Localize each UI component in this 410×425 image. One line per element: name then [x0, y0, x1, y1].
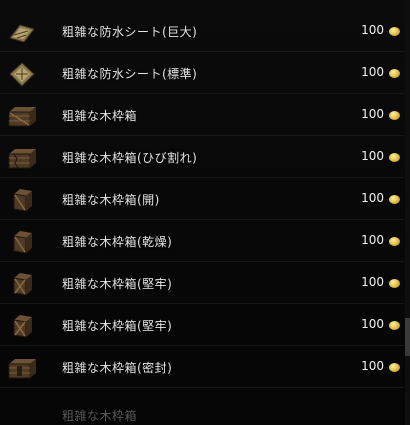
item-name: 粗雑な木枠箱(密封) [62, 361, 173, 375]
gold-coin-icon [389, 237, 400, 246]
item-price: 100 [361, 107, 384, 121]
item-name: 粗雑な木枠箱(堅牢) [62, 277, 173, 291]
list-item[interactable]: 粗雑な木枠箱(ひび割れ) 100 [0, 138, 404, 178]
tarp-icon [9, 62, 35, 87]
crate-icon [8, 149, 36, 169]
gold-coin-icon [389, 279, 400, 288]
gold-coin-icon [389, 111, 400, 120]
item-price: 100 [361, 191, 384, 205]
item-price: 100 [361, 149, 384, 163]
item-price: 100 [361, 317, 384, 331]
gold-coin-icon [389, 27, 400, 36]
list-item[interactable]: 粗雑な木枠箱(堅牢) 100 [0, 264, 404, 304]
list-item[interactable]: 粗雑な木枠箱 [0, 402, 404, 425]
item-name: 粗雑な木枠箱(堅牢) [62, 319, 173, 333]
item-name: 粗雑な木枠箱(ひび割れ) [62, 151, 198, 165]
item-name: 粗雑な防水シート(巨大) [62, 25, 198, 39]
item-price: 100 [361, 23, 384, 37]
gold-coin-icon [389, 195, 400, 204]
item-price: 100 [361, 233, 384, 247]
item-name: 粗雑な防水シート(標準) [62, 67, 198, 81]
list-item[interactable]: 粗雑な木枠箱(堅牢) 100 [0, 306, 404, 346]
list-item[interactable]: 粗雑な防水シート(巨大) 100 [0, 12, 404, 52]
small-crate-icon [13, 189, 32, 212]
scrollbar[interactable] [405, 0, 410, 425]
gold-coin-icon [389, 321, 400, 330]
small-crate-icon [13, 315, 32, 338]
gold-coin-icon [389, 69, 400, 78]
item-name: 粗雑な木枠箱 [62, 409, 138, 423]
item-price: 100 [361, 359, 384, 373]
gold-coin-icon [389, 363, 400, 372]
item-name: 粗雑な木枠箱 [62, 109, 138, 123]
item-price: 100 [361, 65, 384, 79]
list-item[interactable]: 粗雑な防水シート(標準) 100 [0, 54, 404, 94]
list-item[interactable]: 粗雑な木枠箱(開) 100 [0, 180, 404, 220]
shop-item-list: 粗雑な防水シート(巨大) 100 粗雑な防水シート(標準) 100 粗雑な木枠箱… [0, 0, 410, 425]
crate-icon [8, 359, 36, 379]
gold-coin-icon [389, 153, 400, 162]
item-price: 100 [361, 275, 384, 289]
scrollbar-thumb[interactable] [405, 318, 410, 356]
small-crate-icon [13, 231, 32, 254]
small-crate-icon [13, 273, 32, 296]
item-name: 粗雑な木枠箱(開) [62, 193, 160, 207]
list-item[interactable]: 粗雑な木枠箱(乾燥) 100 [0, 222, 404, 262]
item-name: 粗雑な木枠箱(乾燥) [62, 235, 173, 249]
list-item[interactable]: 粗雑な木枠箱(密封) 100 [0, 348, 404, 388]
tarp-icon [9, 24, 35, 43]
list-item[interactable]: 粗雑な木枠箱 100 [0, 96, 404, 136]
crate-icon [8, 107, 36, 127]
